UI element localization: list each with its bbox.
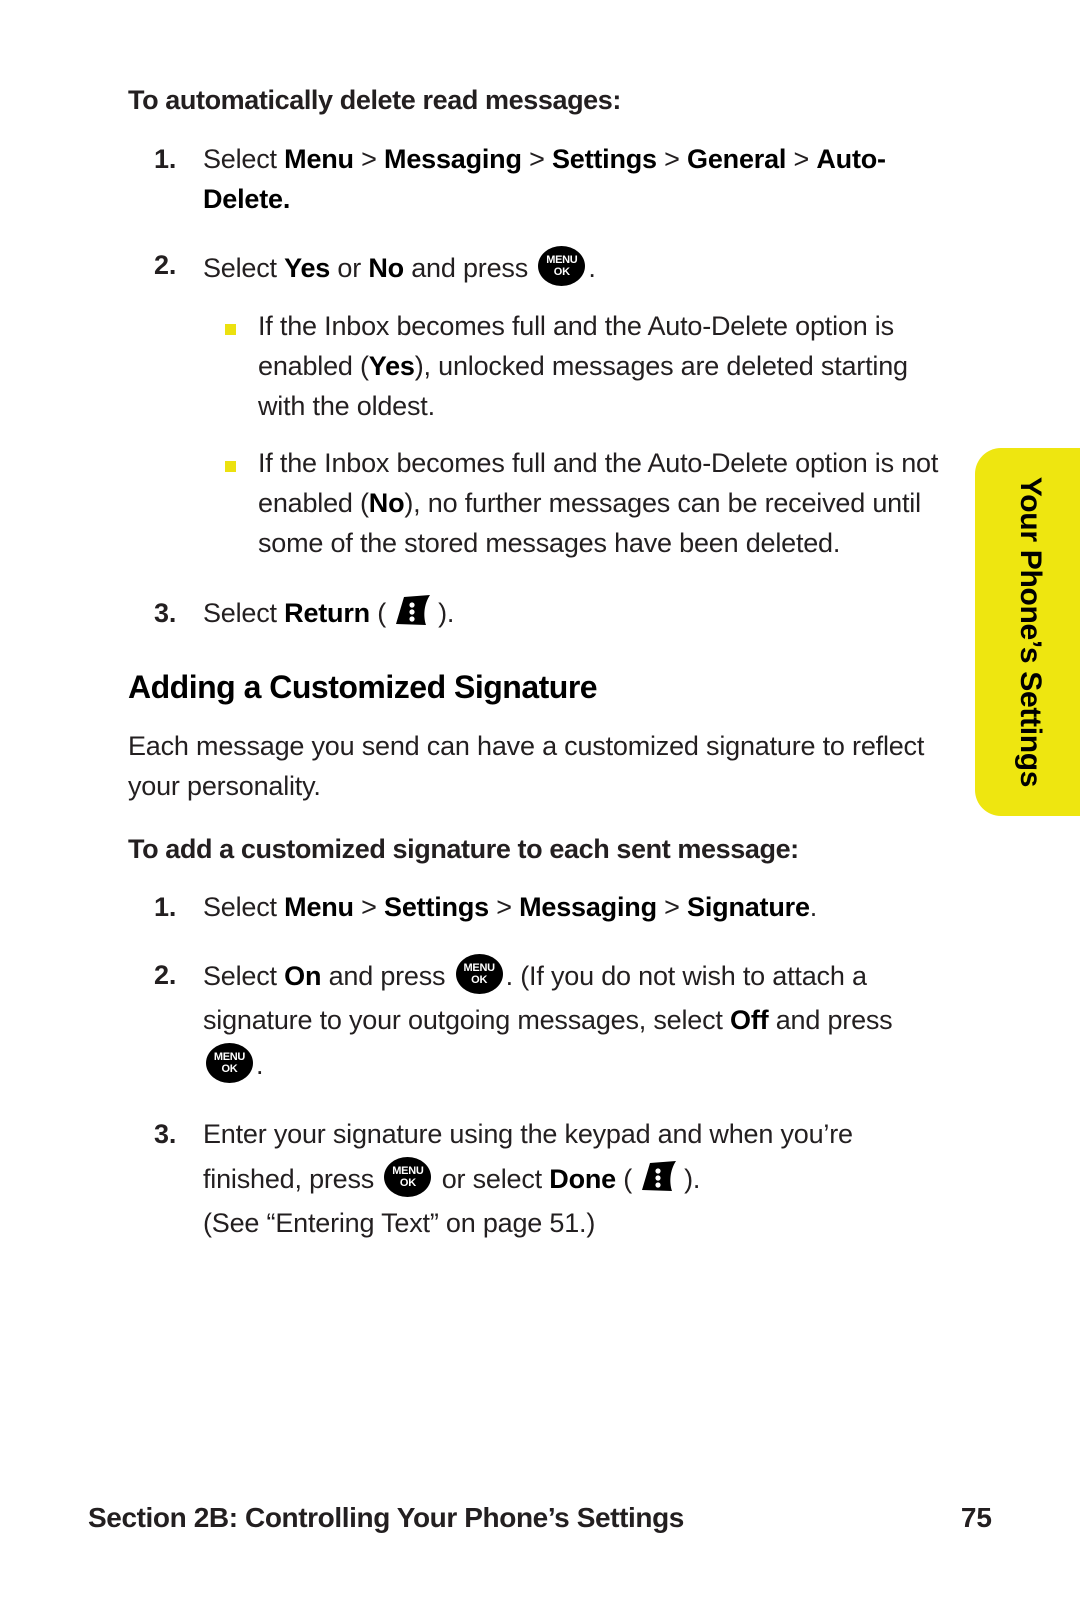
step-number: 1. bbox=[154, 892, 177, 923]
step-text: Select Return (). bbox=[203, 595, 455, 629]
bullet-bold-token: No bbox=[368, 488, 405, 519]
step-number: 3. bbox=[154, 1119, 177, 1150]
step-text: Select Menu > Settings > Messaging > Sig… bbox=[203, 892, 817, 922]
softkey-button-icon bbox=[390, 594, 434, 630]
option-token: Yes bbox=[284, 252, 331, 283]
step-text-tail: ). bbox=[684, 1164, 701, 1195]
step-text: Select On and press MENU OK. (If you do n… bbox=[203, 954, 893, 1083]
menu-ok-button-icon: MENU OK bbox=[455, 954, 503, 995]
procedure-2-steps: 1. Select Menu > Settings > Messaging > … bbox=[128, 888, 946, 1245]
path-separator: > bbox=[353, 892, 385, 923]
page-content: To automatically delete read messages: 1… bbox=[128, 84, 946, 1272]
step-text-tail: . bbox=[256, 1049, 264, 1080]
menu-path-token: General bbox=[687, 143, 787, 174]
section-tab-label: Your Phone’s Settings bbox=[1014, 476, 1047, 788]
option-token: Off bbox=[730, 1005, 769, 1036]
step-text-pre: Select bbox=[203, 598, 285, 629]
manual-page: Your Phone’s Settings To automatically d… bbox=[0, 0, 1080, 1620]
path-separator: > bbox=[488, 892, 520, 923]
path-separator: > bbox=[656, 143, 688, 174]
section-heading: Adding a Customized Signature bbox=[128, 669, 598, 706]
step-text-pre: Select bbox=[203, 961, 285, 992]
menu-path-token: Settings bbox=[551, 143, 657, 174]
menu-path-token: Messaging bbox=[519, 892, 657, 923]
step-number: 3. bbox=[154, 598, 177, 629]
step-number: 2. bbox=[154, 249, 177, 280]
page-footer: Section 2B: Controlling Your Phone’s Set… bbox=[88, 1502, 992, 1534]
step-text-pre: Select bbox=[203, 252, 285, 283]
step-text-mid2: ( bbox=[615, 1164, 633, 1195]
step-text: Select Menu > Messaging > Settings > Gen… bbox=[203, 144, 886, 214]
square-bullet-icon bbox=[225, 323, 236, 335]
step-item: 3. Enter your signature using the keypad… bbox=[128, 1113, 946, 1245]
step-item: 1. Select Menu > Settings > Messaging > … bbox=[128, 888, 946, 928]
step-text: Enter your signature using the keypad an… bbox=[203, 1119, 853, 1237]
softkey-button-icon bbox=[636, 1160, 680, 1196]
substep-bullet-list: If the Inbox becomes full and the Auto-D… bbox=[203, 307, 946, 565]
procedure-2-heading: To add a customized signature to each se… bbox=[128, 833, 799, 864]
step-text-post: and press bbox=[403, 252, 536, 283]
path-separator: > bbox=[786, 143, 817, 174]
procedure-1-heading: To automatically delete read messages: bbox=[128, 85, 622, 115]
menu-ok-line1: MENU bbox=[463, 962, 496, 975]
path-separator: > bbox=[353, 143, 385, 174]
section-tab: Your Phone’s Settings bbox=[975, 448, 1080, 816]
path-separator: > bbox=[521, 143, 552, 174]
step-item: 3. Select Return (). bbox=[128, 594, 946, 634]
bullet-item: If the Inbox becomes full and the Auto-D… bbox=[203, 444, 946, 564]
softkey-label-token: Return bbox=[284, 598, 370, 629]
step-text-tail: . bbox=[588, 252, 596, 283]
menu-ok-line2: OK bbox=[471, 974, 488, 987]
menu-ok-button-icon: MENU OK bbox=[384, 1157, 432, 1198]
step-text-post: ( bbox=[369, 598, 387, 629]
step-text-mid3: and press bbox=[768, 1005, 893, 1036]
step-text-pre: Select bbox=[203, 892, 285, 923]
menu-path-token: Menu bbox=[284, 892, 354, 923]
step-text-pre: Select bbox=[203, 143, 285, 174]
path-separator: > bbox=[656, 892, 688, 923]
conjunction: or bbox=[330, 252, 369, 283]
bullet-bold-token: Yes bbox=[368, 350, 415, 381]
step-text-tail: . bbox=[809, 892, 818, 923]
menu-ok-line1: MENU bbox=[213, 1050, 246, 1063]
procedure-1-steps: 1. Select Menu > Messaging > Settings > … bbox=[128, 140, 946, 635]
step-text: Select Yes or No and press MENU OK. bbox=[203, 245, 596, 286]
menu-ok-button-icon: MENU OK bbox=[538, 245, 586, 286]
menu-path-token: Menu bbox=[284, 143, 354, 174]
footer-section-title: Section 2B: Controlling Your Phone’s Set… bbox=[88, 1502, 684, 1533]
step-text-mid1: and press bbox=[321, 961, 453, 992]
menu-path-token: Signature bbox=[687, 892, 810, 923]
softkey-label-token: Done bbox=[549, 1164, 616, 1195]
section-intro-paragraph: Each message you send can have a customi… bbox=[128, 730, 925, 801]
step-item: 2. Select On and press MENU OK. (If you d… bbox=[128, 954, 946, 1087]
step-text-tail: ). bbox=[438, 598, 455, 629]
menu-ok-line2: OK bbox=[221, 1062, 238, 1075]
footer-page-number: 75 bbox=[960, 1502, 992, 1533]
square-bullet-icon bbox=[225, 461, 236, 473]
step-item: 2. Select Yes or No and press MENU OK. If… bbox=[128, 245, 946, 565]
menu-path-token: Messaging bbox=[384, 143, 522, 174]
menu-ok-line2: OK bbox=[399, 1177, 416, 1190]
step-item: 1. Select Menu > Messaging > Settings > … bbox=[128, 140, 946, 220]
step-number: 1. bbox=[154, 143, 177, 174]
cross-reference-note: (See “Entering Text” on page 51.) bbox=[203, 1207, 596, 1238]
option-token: No bbox=[368, 252, 404, 283]
option-token: On bbox=[284, 961, 322, 992]
menu-ok-line2: OK bbox=[553, 265, 570, 278]
bullet-item: If the Inbox becomes full and the Auto-D… bbox=[203, 307, 946, 427]
menu-ok-line1: MENU bbox=[546, 253, 578, 266]
step-text-mid1: or select bbox=[434, 1164, 550, 1195]
menu-ok-button-icon: MENU OK bbox=[206, 1042, 253, 1083]
step-number: 2. bbox=[154, 960, 177, 991]
menu-ok-line1: MENU bbox=[392, 1165, 424, 1178]
menu-path-token: Settings bbox=[384, 892, 489, 923]
